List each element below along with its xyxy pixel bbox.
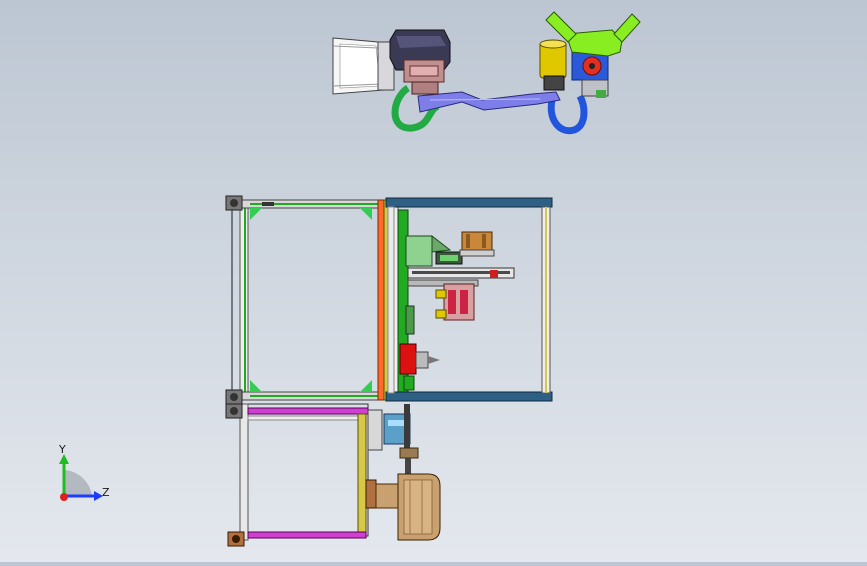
cad-viewport[interactable]: Y Z xyxy=(0,0,867,562)
wrist-sensor xyxy=(596,90,606,98)
triad-plane xyxy=(64,470,92,496)
orange-rail xyxy=(377,199,385,401)
cylinder-rod xyxy=(440,255,458,261)
coil-band xyxy=(466,234,470,248)
feed-housing xyxy=(367,409,383,451)
lower-bay-outline xyxy=(239,403,369,537)
drum-face xyxy=(403,479,433,535)
corner-gusset xyxy=(360,208,372,220)
joint-bolt xyxy=(589,63,595,69)
right-post-stripe xyxy=(545,207,547,393)
red-actuator[interactable] xyxy=(399,343,417,375)
valve-stack xyxy=(405,305,415,335)
lower-left-post xyxy=(239,403,249,541)
x-axis-origin xyxy=(60,493,68,501)
corner-gusset xyxy=(250,380,262,392)
gripper-finger-right[interactable] xyxy=(613,13,641,43)
gripper-jaw xyxy=(448,290,456,314)
right-bottom-beam xyxy=(385,391,553,402)
guide-stop xyxy=(490,270,498,278)
horn-inner xyxy=(339,43,381,89)
drive-shaft xyxy=(405,458,411,474)
cad-model-canvas[interactable] xyxy=(0,0,867,562)
gripper-jaw xyxy=(460,290,468,314)
pusher-wedge xyxy=(431,234,452,253)
caster-wheel xyxy=(230,407,238,415)
gripper-finger-left[interactable] xyxy=(545,11,577,43)
sensor-yellow xyxy=(435,309,447,319)
brake-inner xyxy=(409,65,439,77)
sensor-yellow xyxy=(435,289,447,299)
drum-flange xyxy=(365,479,377,509)
head-facet xyxy=(396,36,446,48)
corner-gusset xyxy=(250,208,262,220)
left-bay-outline xyxy=(231,199,385,401)
caster-wheel xyxy=(230,393,238,401)
drum-hub xyxy=(375,483,399,509)
view-orientation-triad[interactable] xyxy=(59,454,103,501)
nozzle-tip xyxy=(428,356,440,364)
caster-wheel xyxy=(230,199,238,207)
lower-bottom-rail xyxy=(247,531,367,539)
robot-arm-assembly[interactable] xyxy=(332,11,641,135)
motor-base xyxy=(543,75,565,91)
motor-cap xyxy=(539,39,567,49)
drive-shaft-upper xyxy=(404,404,410,450)
bottom-rail-stripe xyxy=(250,395,380,397)
lower-top-rail xyxy=(247,415,365,421)
triad-y-label: Y xyxy=(59,443,66,456)
head-base xyxy=(411,81,439,95)
caster-wheel xyxy=(232,535,240,543)
right-inner-post xyxy=(387,206,395,394)
left-post-stripe xyxy=(244,204,246,396)
nozzle-holder xyxy=(415,351,429,369)
coil-base xyxy=(459,249,495,257)
lower-yellow-post xyxy=(357,413,367,539)
spindle-drum-assembly[interactable] xyxy=(365,473,441,541)
main-frame-assembly[interactable] xyxy=(225,195,553,405)
pusher-block[interactable] xyxy=(405,235,433,267)
bracket-clip xyxy=(262,202,274,206)
right-top-beam xyxy=(385,197,553,208)
triad-z-label: Z xyxy=(102,486,110,499)
coupling xyxy=(399,447,419,459)
arm-link-beam[interactable] xyxy=(417,91,561,113)
coil-band xyxy=(482,234,486,248)
feed-window xyxy=(388,420,406,426)
magenta-rail xyxy=(247,407,369,415)
corner-gusset xyxy=(360,380,372,392)
lower-frame-assembly[interactable] xyxy=(225,403,419,547)
green-bracket xyxy=(403,375,415,391)
